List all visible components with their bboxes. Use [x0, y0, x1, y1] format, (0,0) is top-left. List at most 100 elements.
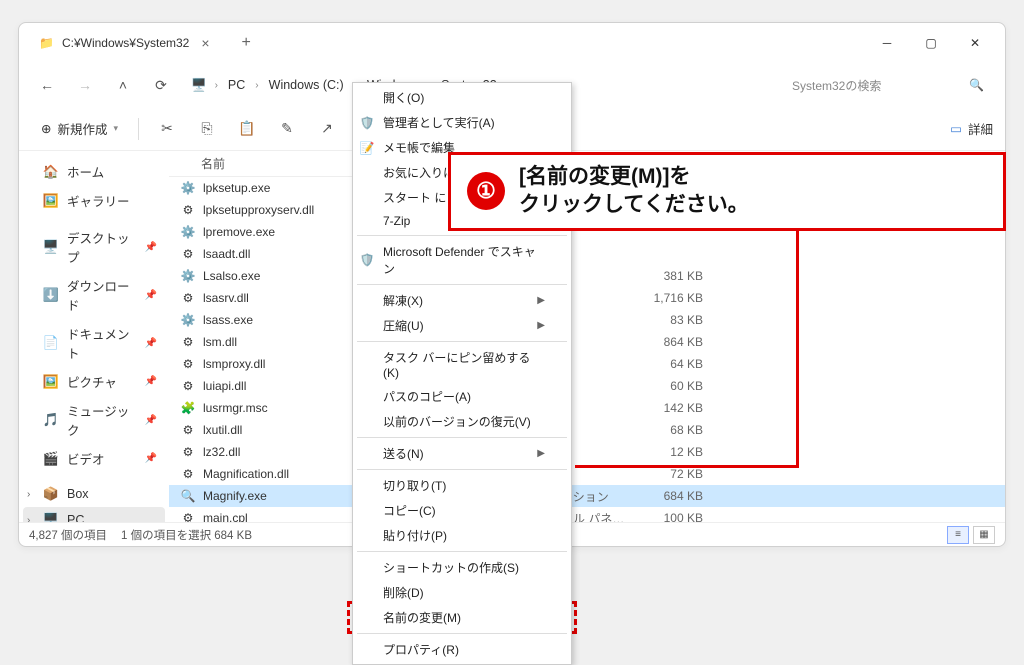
file-icon: ⚙: [179, 423, 197, 437]
pin-icon: 📌: [145, 376, 157, 387]
callout-connector: [796, 228, 799, 468]
view-details-button[interactable]: ≡: [947, 526, 969, 544]
file-size: 142 KB: [633, 401, 703, 415]
sidebar-item-documents[interactable]: 📄ドキュメント📌: [23, 319, 165, 367]
instruction-callout: ① [名前の変更(M)]を クリックしてください。: [448, 152, 1006, 231]
copy-button[interactable]: ⎘: [189, 113, 225, 145]
paste-button[interactable]: 📋: [229, 113, 265, 145]
file-size: 64 KB: [633, 357, 703, 371]
expand-icon[interactable]: ›: [27, 515, 30, 523]
context-menu-item[interactable]: 開く(O): [353, 85, 571, 110]
context-menu-item[interactable]: 名前の変更(M): [353, 605, 571, 630]
sidebar-item-box[interactable]: ›📦Box: [23, 481, 165, 507]
menu-item-label: 切り取り(T): [383, 477, 446, 494]
tab-title: C:¥Windows¥System32: [62, 36, 189, 50]
context-menu-item[interactable]: 以前のバージョンの復元(V): [353, 409, 571, 434]
context-menu-item[interactable]: ショートカットの作成(S): [353, 555, 571, 580]
sidebar-item-pc[interactable]: ›🖥️PC: [23, 507, 165, 522]
file-row[interactable]: ⚙️Lsalso.exe381 KB: [169, 265, 1005, 287]
context-menu-item[interactable]: タスク バーにピン留めする(K): [353, 345, 571, 384]
sidebar-item-gallery[interactable]: 🖼️ギャラリー: [23, 186, 165, 215]
file-row[interactable]: ⚙️lsass.exe83 KB: [169, 309, 1005, 331]
menu-item-label: パスのコピー(A): [383, 388, 471, 405]
sidebar-item-home[interactable]: 🏠ホーム: [23, 157, 165, 186]
file-size: 60 KB: [633, 379, 703, 393]
file-size: 68 KB: [633, 423, 703, 437]
sidebar-item-videos[interactable]: 🎬ビデオ📌: [23, 444, 165, 473]
sidebar-item-music[interactable]: 🎵ミュージック📌: [23, 396, 165, 444]
context-menu-item[interactable]: 送る(N)▶: [353, 441, 571, 466]
file-size: 381 KB: [633, 269, 703, 283]
file-icon: ⚙: [179, 511, 197, 522]
window-tab[interactable]: 📁 C:¥Windows¥System32 ×: [27, 29, 226, 57]
pin-icon: 📌: [145, 415, 157, 426]
back-button[interactable]: ←: [31, 69, 63, 101]
forward-button[interactable]: →: [69, 69, 101, 101]
context-menu-item[interactable]: 切り取り(T): [353, 473, 571, 498]
menu-item-label: 開く(O): [383, 89, 424, 106]
menu-item-label: Microsoft Defender でスキャン: [383, 243, 545, 277]
minimize-button[interactable]: ─: [865, 27, 909, 59]
file-icon: ⚙: [179, 379, 197, 393]
step-number: ①: [467, 172, 505, 210]
file-row[interactable]: ⚙lsm.dll864 KB: [169, 331, 1005, 353]
sidebar-item-pictures[interactable]: 🖼️ピクチャ📌: [23, 367, 165, 396]
file-row[interactable]: ⚙lz32.dll12 KB: [169, 441, 1005, 463]
search-input[interactable]: System32の検索 🔍: [783, 70, 993, 100]
view-icons-button[interactable]: ▦: [973, 526, 995, 544]
expand-icon[interactable]: ›: [27, 489, 30, 500]
details-toggle[interactable]: ▭ 詳細: [950, 119, 993, 138]
file-row[interactable]: ⚙main.cpl2024/10/04 7:32コントロール パネル項...10…: [169, 507, 1005, 522]
context-menu-item[interactable]: 圧縮(U)▶: [353, 313, 571, 338]
file-row[interactable]: 🔍Magnify.exe2024/10/04 7:32アプリケーション684 K…: [169, 485, 1005, 507]
context-menu-item[interactable]: コピー(C): [353, 498, 571, 523]
sidebar-item-desktop[interactable]: 🖥️デスクトップ📌: [23, 223, 165, 271]
menu-separator: [357, 235, 567, 236]
menu-item-label: コピー(C): [383, 502, 436, 519]
file-icon: ⚙: [179, 445, 197, 459]
tab-close-button[interactable]: ×: [197, 35, 213, 51]
file-icon: ⚙: [179, 203, 197, 217]
new-button[interactable]: ⊕ 新規作成 ▾: [31, 113, 128, 144]
file-row[interactable]: ⚙lsasrv.dll1,716 KB: [169, 287, 1005, 309]
file-row[interactable]: ⚙luiapi.dll60 KB: [169, 375, 1005, 397]
context-menu-item[interactable]: 削除(D): [353, 580, 571, 605]
context-menu-item[interactable]: パスのコピー(A): [353, 384, 571, 409]
context-menu-item[interactable]: 解凍(X)▶: [353, 288, 571, 313]
share-button[interactable]: ↗: [309, 113, 345, 145]
pin-icon: 📌: [145, 453, 157, 464]
new-label: 新規作成: [57, 119, 107, 138]
file-row[interactable]: ⚙lxutil.dll68 KB: [169, 419, 1005, 441]
crumb-pc[interactable]: PC: [226, 74, 247, 96]
file-row[interactable]: 🧩lusrmgr.msc142 KB: [169, 397, 1005, 419]
close-button[interactable]: ✕: [953, 27, 997, 59]
new-tab-button[interactable]: +: [234, 30, 259, 56]
home-icon: 🏠: [43, 164, 59, 180]
refresh-button[interactable]: ⟳: [145, 69, 177, 101]
window-controls: ─ ▢ ✕: [865, 27, 997, 59]
cut-button[interactable]: ✂: [149, 113, 185, 145]
file-icon: ⚙️: [179, 181, 197, 195]
file-icon: ⚙: [179, 467, 197, 481]
file-row[interactable]: ⚙lsmproxy.dll64 KB: [169, 353, 1005, 375]
menu-item-label: 管理者として実行(A): [383, 114, 495, 131]
column-name[interactable]: 名前: [201, 155, 225, 172]
file-icon: ⚙: [179, 335, 197, 349]
context-menu-item[interactable]: 🛡️Microsoft Defender でスキャン: [353, 239, 571, 281]
file-row[interactable]: ⚙lsaadt.dll: [169, 243, 1005, 265]
crumb-drive[interactable]: Windows (C:): [267, 74, 346, 96]
sidebar-item-downloads[interactable]: ⬇️ダウンロード📌: [23, 271, 165, 319]
up-button[interactable]: ˄: [107, 69, 139, 101]
context-menu-item[interactable]: プロパティ(R): [353, 637, 571, 662]
submenu-arrow-icon: ▶: [537, 448, 545, 459]
documents-icon: 📄: [43, 335, 59, 351]
file-size: 72 KB: [633, 467, 703, 481]
rename-button[interactable]: ✎: [269, 113, 305, 145]
menu-separator: [357, 551, 567, 552]
context-menu-item[interactable]: 貼り付け(P): [353, 523, 571, 548]
pictures-icon: 🖼️: [43, 374, 59, 390]
submenu-arrow-icon: ▶: [537, 295, 545, 306]
context-menu-item[interactable]: 🛡️管理者として実行(A): [353, 110, 571, 135]
maximize-button[interactable]: ▢: [909, 27, 953, 59]
search-placeholder: System32の検索: [792, 77, 969, 94]
